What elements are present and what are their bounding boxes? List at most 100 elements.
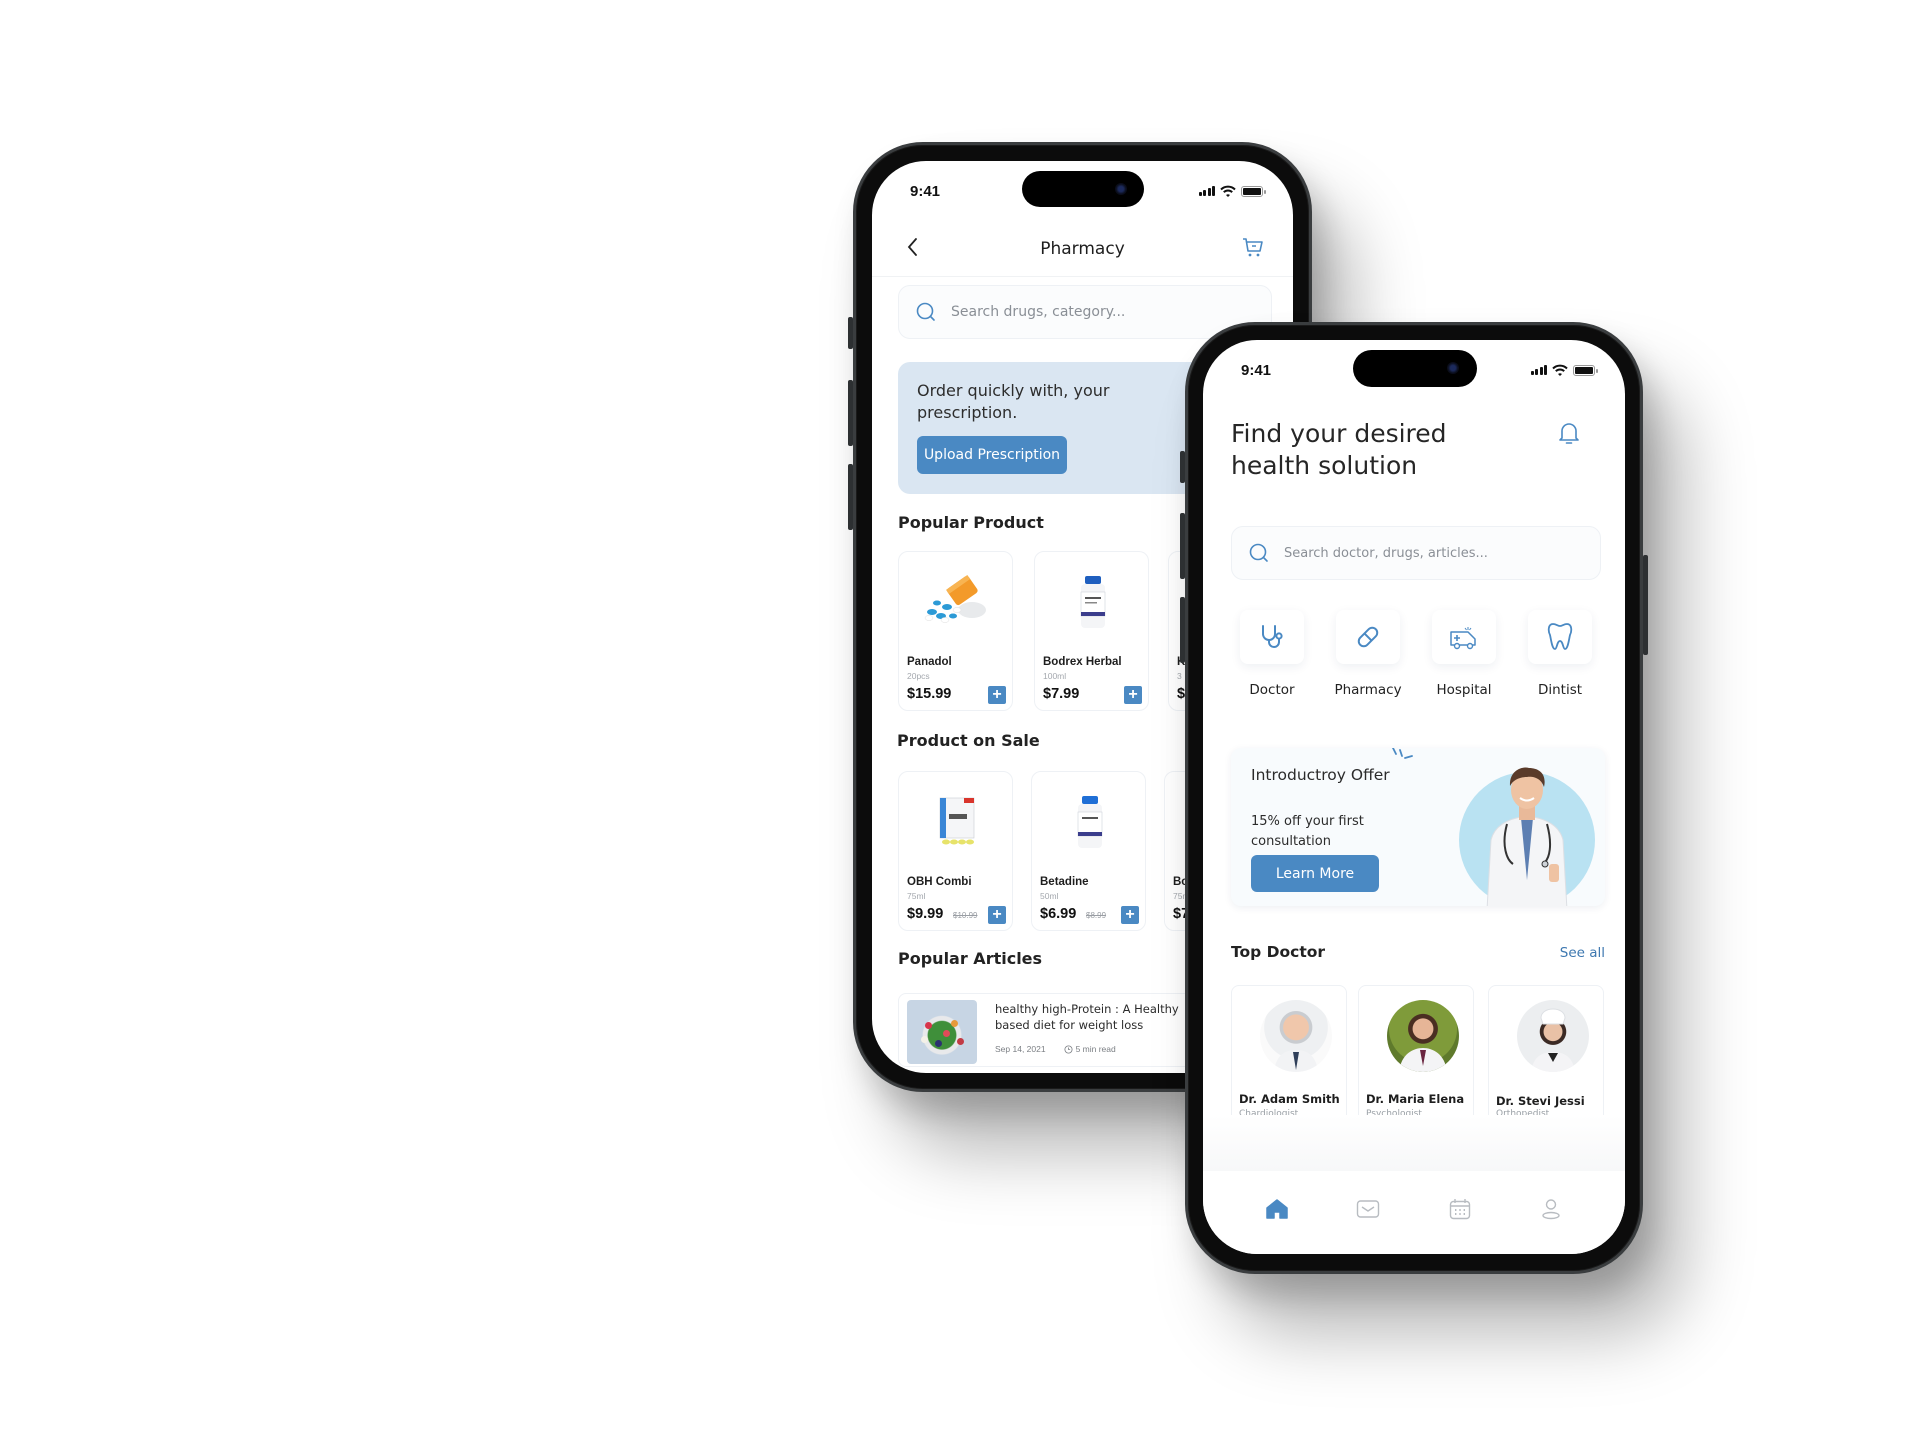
status-time: 9:41 (1241, 362, 1272, 379)
product-name: Bodrex Herbal (1043, 656, 1122, 668)
pill-icon (1357, 626, 1379, 648)
camera-icon (1115, 183, 1127, 195)
dynamic-island (1353, 350, 1477, 387)
tooth-icon (1547, 623, 1573, 650)
add-to-cart-button[interactable]: + (988, 686, 1006, 704)
product-card[interactable]: Bodrex Herbal 100ml $7.99 + (1034, 551, 1149, 711)
sale-product-card[interactable]: OBH Combi 75ml $9.99 $10.99 + (898, 771, 1013, 931)
medicine-bottle-image (1077, 796, 1102, 848)
doctor-name: Dr. Stevi Jessi (1496, 1094, 1585, 1108)
add-to-cart-button[interactable]: + (1121, 906, 1139, 924)
upload-prescription-button[interactable]: Upload Prescription (917, 436, 1067, 474)
mail-icon (1357, 1200, 1380, 1218)
article-meta: Sep 14, 2021 5 min read (995, 1044, 1116, 1054)
user-icon (1542, 1199, 1560, 1220)
product-size: 3 (1177, 671, 1182, 681)
category-pharmacy[interactable]: Pharmacy (1327, 610, 1409, 698)
prescription-banner-text: Order quickly with, your prescription. (917, 381, 1110, 422)
power-button (1643, 555, 1648, 655)
product-old-price: $10.99 (953, 911, 978, 920)
product-image (909, 562, 1004, 642)
battery-icon (1573, 364, 1598, 376)
home-headline: Find your desired health solution (1231, 419, 1447, 480)
ambulance-icon (1450, 627, 1476, 650)
popular-product-title: Popular Product (898, 513, 1044, 532)
product-image (1045, 562, 1140, 642)
volume-up-button (1180, 513, 1185, 579)
product-size: 20pcs (907, 671, 930, 681)
product-image (1042, 782, 1137, 862)
category-doctor[interactable]: Doctor (1231, 610, 1313, 698)
cart-icon[interactable] (1241, 235, 1265, 259)
home-search-input[interactable] (1284, 545, 1579, 561)
category-list: Doctor Pharmacy Hospital Dintist (1231, 610, 1601, 698)
category-dentist[interactable]: Dintist (1519, 610, 1601, 698)
product-on-sale-title: Product on Sale (897, 731, 1040, 750)
offer-description: 15% off your first consultation (1251, 814, 1364, 849)
home-search-field[interactable] (1231, 526, 1601, 580)
add-to-cart-button[interactable]: + (988, 906, 1006, 924)
battery-icon (1241, 185, 1266, 197)
see-all-link[interactable]: See all (1560, 945, 1605, 961)
bottom-tab-bar (1203, 1171, 1625, 1254)
medicine-box-image (939, 797, 974, 845)
search-icon (1249, 543, 1268, 562)
tab-calendar[interactable] (1446, 1195, 1474, 1223)
dynamic-island (1022, 171, 1144, 207)
article-read-time: 5 min read (1075, 1044, 1116, 1054)
search-icon (916, 302, 935, 321)
category-label: Dintist (1537, 682, 1583, 698)
product-price: $ (1177, 686, 1186, 702)
category-label: Hospital (1436, 682, 1492, 698)
product-size: 50ml (1040, 891, 1059, 901)
drug-search-input[interactable] (951, 304, 1249, 320)
volume-down-button (1180, 597, 1185, 663)
action-button (848, 317, 853, 349)
salad-image (907, 1000, 977, 1064)
offer-title: Introductroy Offer (1251, 766, 1390, 784)
category-label: Doctor (1249, 682, 1295, 698)
calendar-icon (1449, 1199, 1470, 1220)
notification-bell-icon[interactable] (1557, 420, 1581, 446)
product-price: $7.99 (1043, 686, 1080, 702)
product-price: $15.99 (907, 686, 952, 702)
pill-bottle-image (924, 574, 986, 623)
tab-profile[interactable] (1537, 1195, 1565, 1223)
content-fade (1203, 1115, 1625, 1171)
category-label: Pharmacy (1334, 682, 1402, 698)
learn-more-button[interactable]: Learn More (1251, 855, 1379, 892)
wifi-icon (1220, 185, 1236, 197)
product-card[interactable]: Panadol 20pcs $15.99 + (898, 551, 1013, 711)
drug-search-field[interactable] (898, 285, 1272, 339)
doctor-illustration (1486, 767, 1568, 906)
home-screen: 9:41 Find your desired health solution D… (1203, 340, 1625, 1254)
signal-icon (1198, 186, 1215, 196)
volume-up-button (848, 380, 853, 446)
doctor-avatar (1517, 1000, 1589, 1072)
article-title: healthy high-Protein : A Healthy based d… (995, 1002, 1179, 1032)
wifi-icon (1552, 364, 1568, 376)
clock-icon (1064, 1044, 1073, 1054)
status-icons (1530, 364, 1598, 376)
camera-icon (1447, 362, 1459, 374)
sale-product-card[interactable]: Betadine 50ml $6.99 $8.99 + (1031, 771, 1146, 931)
action-button (1180, 451, 1185, 483)
product-image (909, 782, 1004, 862)
popular-articles-title: Popular Articles (898, 949, 1043, 968)
status-time: 9:41 (910, 183, 941, 200)
article-date: Sep 14, 2021 (995, 1044, 1046, 1054)
doctor-avatar (1387, 1000, 1459, 1072)
category-hospital[interactable]: Hospital (1423, 610, 1505, 698)
doctor-avatar (1260, 1000, 1332, 1072)
introductory-offer-card: Introductroy Offer 15% off your first co… (1231, 748, 1605, 906)
sparkle-icon (1392, 748, 1413, 759)
tab-messages[interactable] (1354, 1195, 1382, 1223)
status-icons (1198, 185, 1266, 197)
product-size: 75ml (907, 891, 926, 901)
add-to-cart-button[interactable]: + (1124, 686, 1142, 704)
signal-icon (1530, 365, 1547, 375)
tab-home[interactable] (1263, 1195, 1291, 1223)
product-name: Betadine (1040, 876, 1089, 888)
phone-home: 9:41 Find your desired health solution D… (1180, 322, 1648, 1274)
product-old-price: $8.99 (1086, 911, 1107, 920)
